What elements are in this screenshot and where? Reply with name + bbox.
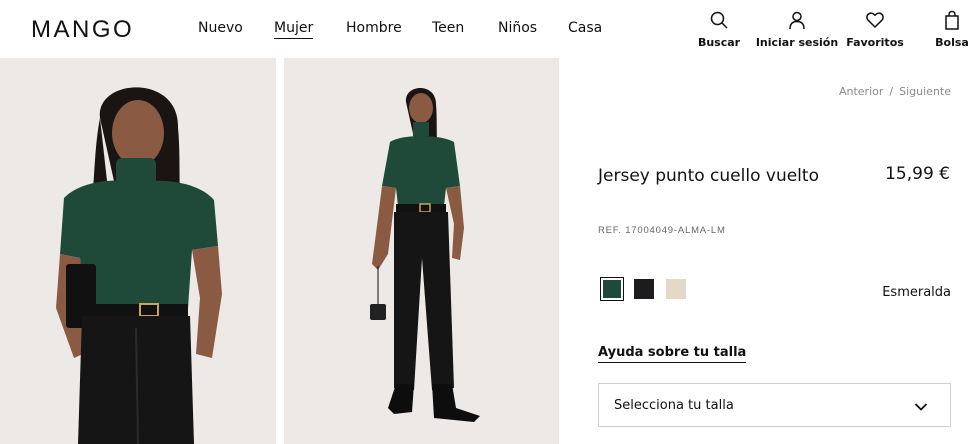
size-select-dropdown[interactable]: Selecciona tu talla [598, 383, 951, 427]
product-title: Jersey punto cuello vuelto [598, 166, 819, 186]
size-help-link[interactable]: Ayuda sobre tu talla [598, 345, 747, 363]
bag-label: Bolsa [935, 36, 969, 49]
swatch-fill [634, 279, 654, 299]
color-swatch-black[interactable] [632, 277, 656, 301]
model-fullbody-illustration [284, 58, 559, 444]
user-icon [789, 11, 805, 30]
nav-item-nuevo[interactable]: Nuevo [198, 20, 243, 36]
size-select-placeholder: Selecciona tu talla [614, 398, 734, 413]
pager-next-link[interactable]: Siguiente [899, 85, 951, 98]
favorites-button[interactable]: Favoritos [846, 10, 904, 49]
swatch-fill [602, 279, 621, 298]
bag-button[interactable]: Bolsa [935, 10, 969, 49]
swatch-fill [666, 279, 686, 299]
nav-item-mujer[interactable]: Mujer [274, 20, 314, 39]
chevron-down-icon [914, 403, 928, 411]
login-button[interactable]: Iniciar sesión [756, 10, 838, 49]
nav-item-ninos[interactable]: Niños [498, 20, 537, 36]
product-photo-fullbody[interactable] [284, 58, 559, 444]
product-reference: REF. 17004049-ALMA-LM [598, 225, 726, 236]
heart-icon [866, 12, 884, 28]
product-price: 15,99 € [885, 164, 950, 184]
nav-item-casa[interactable]: Casa [568, 20, 602, 36]
selected-color-name: Esmeralda [882, 285, 951, 300]
search-label: Buscar [697, 36, 741, 49]
search-button[interactable]: Buscar [697, 10, 741, 49]
model-closeup-illustration [0, 58, 276, 444]
nav-item-teen[interactable]: Teen [432, 20, 464, 36]
search-icon [710, 11, 728, 29]
color-swatch-esmeralda[interactable] [600, 277, 624, 301]
product-photo-closeup[interactable] [0, 58, 276, 444]
site-header: MANGO Nuevo Mujer Hombre Teen Niños Casa… [0, 0, 969, 57]
nav-item-hombre[interactable]: Hombre [346, 20, 402, 36]
mango-logo[interactable]: MANGO [31, 16, 134, 44]
pager-separator: / [889, 85, 894, 98]
pager-previous-link[interactable]: Anterior [839, 85, 883, 98]
product-pager: Anterior / Siguiente [839, 85, 951, 98]
color-swatch-beige[interactable] [664, 277, 688, 301]
favorites-label: Favoritos [846, 36, 904, 49]
login-label: Iniciar sesión [755, 36, 839, 49]
bag-icon [945, 10, 959, 30]
